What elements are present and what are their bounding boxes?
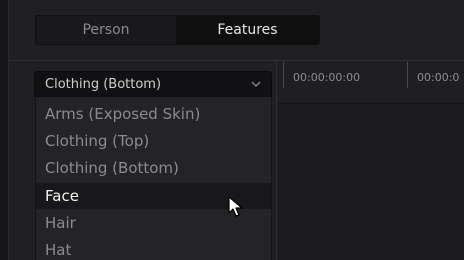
menu-item-clothing-bottom[interactable]: Clothing (Bottom) (36, 155, 271, 181)
tab-person[interactable]: Person (36, 16, 176, 44)
menu-item-hat[interactable]: Hat (36, 237, 271, 260)
menu-item-clothing-top[interactable]: Clothing (Top) (36, 128, 271, 154)
tab-features[interactable]: Features (176, 16, 319, 44)
ruler-tick (407, 62, 408, 88)
dropdown-menu: Arms (Exposed Skin) Clothing (Top) Cloth… (35, 97, 272, 260)
timecode-label: 00:00:00:00 (293, 71, 361, 84)
timecode-label: 00:00:0 (417, 71, 460, 84)
feature-dropdown[interactable]: Clothing (Bottom) (34, 71, 272, 99)
tab-bar: Person Features (35, 15, 320, 45)
ruler-tick (283, 62, 284, 88)
menu-item-arms[interactable]: Arms (Exposed Skin) (36, 101, 271, 127)
chevron-down-icon (251, 81, 261, 87)
dropdown-selected-value: Clothing (Bottom) (45, 77, 162, 92)
mouse-pointer-icon (228, 196, 243, 217)
app-window: Person Features Clothing (Bottom) Arms (… (0, 0, 464, 260)
left-edge-divider (0, 0, 9, 260)
